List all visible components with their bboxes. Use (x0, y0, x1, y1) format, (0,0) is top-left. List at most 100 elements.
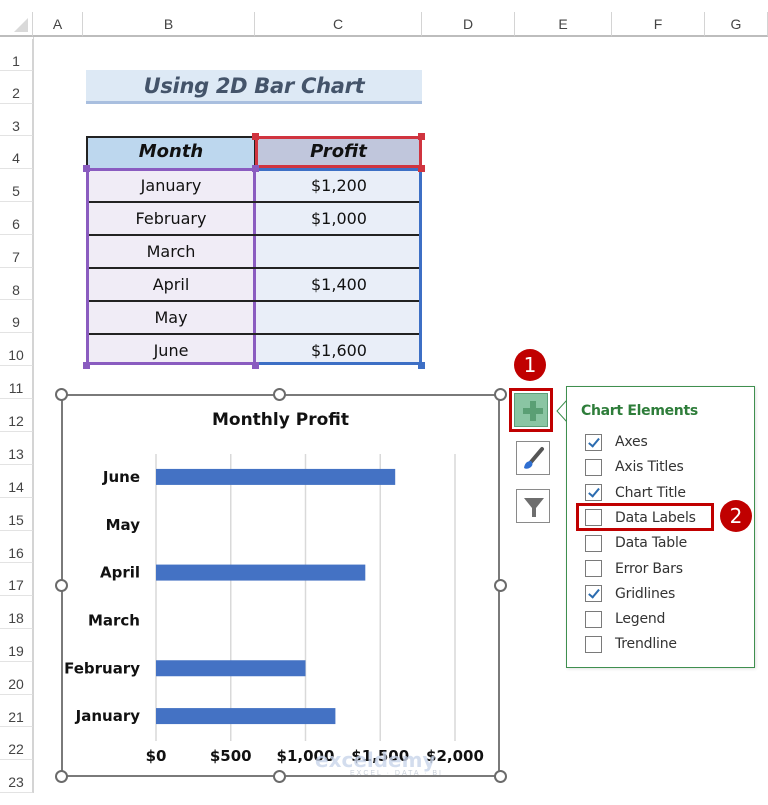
row-header-17[interactable]: 17 (0, 563, 33, 596)
range-handle[interactable] (252, 362, 259, 369)
bar-chart[interactable]: Monthly Profit $0 $500 $1,000 $1,500 $2,000 J… (61, 394, 500, 777)
checkbox[interactable] (585, 433, 602, 451)
checkbox[interactable] (585, 635, 602, 653)
row-header-9[interactable]: 9 (0, 300, 33, 333)
row-header-15[interactable]: 15 (0, 498, 33, 531)
chart-styles-button[interactable] (516, 441, 550, 475)
resize-handle[interactable] (55, 770, 68, 783)
chart-element-option[interactable]: Chart Title (585, 482, 686, 504)
x-tick-label: $500 (210, 747, 252, 765)
cell-month[interactable]: February (86, 209, 256, 228)
column-header-c[interactable]: C (255, 12, 422, 37)
chart-element-option[interactable]: Trendline (585, 633, 677, 655)
row-header-11[interactable]: 11 (0, 366, 33, 399)
watermark-tagline: EXCEL · DATA · BI (350, 770, 443, 777)
select-all-corner[interactable] (0, 12, 33, 37)
row-header-8[interactable]: 8 (0, 268, 33, 300)
row-header-4[interactable]: 4 (0, 136, 33, 169)
bar-april[interactable] (156, 564, 366, 581)
row-header-10[interactable]: 10 (0, 333, 33, 366)
chart-element-option[interactable]: Data Table (585, 532, 687, 554)
y-category-label: January (75, 707, 141, 725)
cell-month[interactable]: January (86, 176, 256, 195)
option-label: Axes (615, 434, 648, 450)
range-handle[interactable] (418, 133, 425, 140)
row-header-3[interactable]: 3 (0, 104, 33, 136)
bar-january[interactable] (156, 708, 336, 725)
bar-february[interactable] (156, 660, 306, 677)
row-header-21[interactable]: 21 (0, 695, 33, 727)
header-profit[interactable]: Profit (255, 141, 422, 162)
cell-month[interactable]: June (86, 341, 256, 360)
row-divider (89, 201, 419, 203)
row-header-19[interactable]: 19 (0, 629, 33, 662)
step-badge-1: 1 (514, 349, 546, 381)
chart-filters-button[interactable] (516, 489, 550, 523)
panel-title: Chart Elements (581, 403, 698, 419)
header-month[interactable]: Month (86, 141, 256, 162)
row-header-2[interactable]: 2 (0, 71, 33, 104)
cell-month[interactable]: April (86, 275, 256, 294)
resize-handle[interactable] (273, 388, 286, 401)
range-handle[interactable] (252, 165, 259, 172)
plot-area[interactable]: $0 $500 $1,000 $1,500 $2,000JanuaryFebruaryM… (63, 396, 498, 775)
chart-element-option[interactable]: Error Bars (585, 558, 683, 580)
cell-profit[interactable]: $1,000 (256, 209, 422, 228)
chart-element-option[interactable]: Gridlines (585, 583, 675, 605)
step-badge-2: 2 (720, 500, 752, 532)
resize-handle[interactable] (494, 770, 507, 783)
row-header-7[interactable]: 7 (0, 235, 33, 268)
checkbox[interactable] (585, 610, 602, 628)
resize-handle[interactable] (494, 579, 507, 592)
resize-handle[interactable] (55, 388, 68, 401)
bar-june[interactable] (156, 468, 396, 485)
row-header-22[interactable]: 22 (0, 727, 33, 760)
sheet-title-cell[interactable]: Using 2D Bar Chart (86, 70, 422, 104)
cell-profit[interactable]: $1,200 (256, 176, 422, 195)
row-header-1[interactable]: 1 (0, 39, 33, 71)
cell-profit[interactable]: $1,600 (256, 341, 422, 360)
resize-handle[interactable] (55, 579, 68, 592)
data-labels-callout (576, 503, 714, 531)
range-handle[interactable] (83, 165, 90, 172)
column-header-d[interactable]: D (422, 12, 515, 37)
option-label: Error Bars (615, 560, 683, 577)
range-handle[interactable] (252, 133, 259, 140)
resize-handle[interactable] (273, 770, 286, 783)
column-header-b[interactable]: B (83, 12, 255, 37)
chart-elements-button[interactable] (509, 388, 553, 432)
option-label: Gridlines (615, 585, 676, 602)
y-category-label: March (88, 611, 140, 629)
chart-element-option[interactable]: Axes (585, 431, 648, 453)
column-header-f[interactable]: F (612, 12, 705, 37)
range-handle[interactable] (418, 362, 425, 369)
column-header-g[interactable]: G (705, 12, 768, 37)
row-header-14[interactable]: 14 (0, 465, 33, 498)
checkbox[interactable] (585, 458, 602, 476)
row-header-18[interactable]: 18 (0, 596, 33, 629)
cell-month[interactable]: March (86, 242, 256, 261)
checkbox[interactable] (585, 585, 602, 603)
option-label: Data Table (615, 535, 688, 552)
row-header-6[interactable]: 6 (0, 202, 33, 235)
range-handle[interactable] (83, 362, 90, 369)
row-header-12[interactable]: 12 (0, 399, 33, 432)
row-header-13[interactable]: 13 (0, 432, 33, 465)
range-handle[interactable] (418, 165, 425, 172)
chart-element-option[interactable]: Legend (585, 608, 665, 630)
checkbox[interactable] (585, 560, 602, 577)
row-header-23[interactable]: 23 (0, 760, 33, 793)
column-header-e[interactable]: E (515, 12, 612, 37)
row-header-5[interactable]: 5 (0, 169, 33, 202)
row-header-16[interactable]: 16 (0, 531, 33, 563)
checkbox[interactable] (585, 484, 602, 502)
checkbox[interactable] (585, 534, 602, 552)
row-header-20[interactable]: 20 (0, 662, 33, 695)
column-header-a[interactable]: A (33, 12, 83, 37)
watermark-logo: exceldemy (315, 748, 436, 772)
cell-profit[interactable]: $1,400 (256, 275, 422, 294)
y-category-label: April (100, 564, 140, 582)
resize-handle[interactable] (494, 388, 507, 401)
chart-element-option[interactable]: Axis Titles (585, 456, 684, 478)
cell-month[interactable]: May (86, 308, 256, 327)
